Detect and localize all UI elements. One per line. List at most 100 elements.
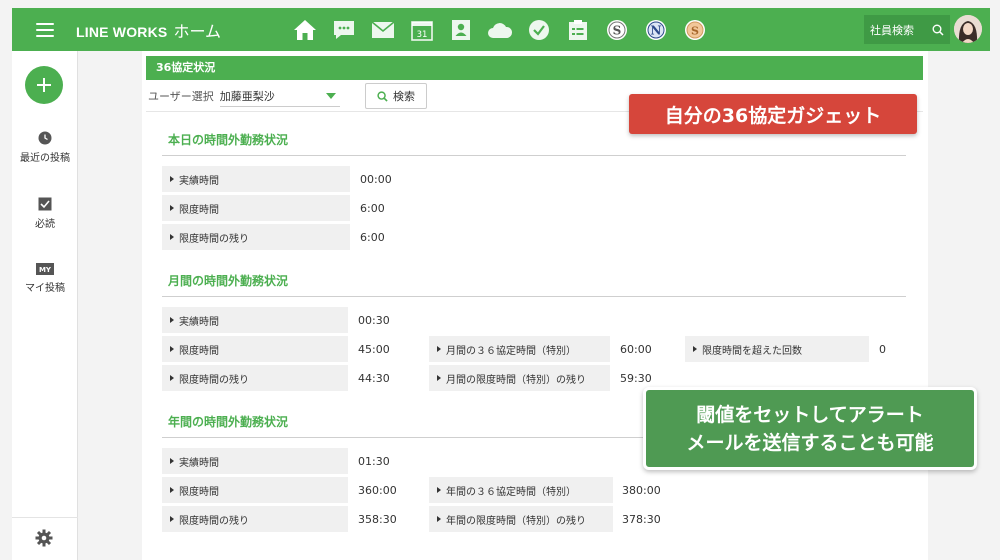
left-sidebar: 最近の投稿 必読 MY マイ投稿 <box>12 51 78 560</box>
monthly-row-value: 44:30 <box>358 371 390 385</box>
search-icon <box>377 90 388 102</box>
yearly-special-value: 380:00 <box>622 483 661 497</box>
cloud-drive-icon[interactable] <box>487 17 513 43</box>
search-icon <box>932 24 944 36</box>
triangle-bullet-icon <box>170 487 174 493</box>
calendar-day: 31 <box>417 30 428 40</box>
monthly-row-value: 45:00 <box>358 342 390 356</box>
gadget-callout: 自分の36協定ガジェット <box>629 94 917 134</box>
search-button-label: 検索 <box>393 90 415 103</box>
search-button[interactable]: 検索 <box>365 83 427 109</box>
triangle-bullet-icon <box>170 176 174 182</box>
brand-subtitle: ホーム <box>173 21 221 41</box>
employee-search-button[interactable]: 社員検索 <box>864 15 950 44</box>
triangle-bullet-icon <box>170 375 174 381</box>
yearly-special-label: 年間の限度時間（特別）の残り <box>429 506 613 532</box>
coin-app-icon[interactable]: S <box>682 17 708 43</box>
sidebar-item-label: 必読 <box>35 219 55 230</box>
monthly-row-value: 00:30 <box>358 313 390 327</box>
monthly-special-label: 月間の３６協定時間（特別） <box>429 336 610 362</box>
alert-callout-line1: 閾値をセットしてアラート <box>696 403 924 426</box>
gear-icon[interactable] <box>35 529 53 551</box>
monthly-row-label: 限度時間の残り <box>162 365 348 391</box>
label-text: 限度時間 <box>179 486 219 498</box>
yearly-row-value: 01:30 <box>358 454 390 468</box>
label-text: 限度時間の残り <box>179 515 249 527</box>
triangle-bullet-icon <box>693 346 697 352</box>
triangle-bullet-icon <box>170 458 174 464</box>
monthly-section-title: 月間の時間外勤務状況 <box>168 274 289 288</box>
avatar[interactable] <box>954 15 982 43</box>
employee-search-label: 社員検索 <box>870 23 914 37</box>
daily-row-value: 00:00 <box>360 172 392 186</box>
label-text: 月間の限度時間（特別）の残り <box>446 374 586 386</box>
monthly-exceeded-value: 0 <box>879 342 886 356</box>
sidebar-item-recent[interactable]: 最近の投稿 <box>12 131 78 164</box>
app-brand[interactable]: LINE WORKS ホーム <box>76 18 221 42</box>
chevron-down-icon <box>325 92 336 99</box>
triangle-bullet-icon <box>170 205 174 211</box>
checkbox-icon <box>38 197 52 211</box>
monthly-exceeded-label: 限度時間を超えた回数 <box>685 336 869 362</box>
s-app-icon[interactable]: S <box>604 17 630 43</box>
sidebar-item-label: マイ投稿 <box>25 283 65 294</box>
widget-title: 36協定状況 <box>146 56 923 80</box>
n-app-icon[interactable]: N <box>643 17 669 43</box>
contacts-icon[interactable] <box>448 17 474 43</box>
app-launcher: 31 S N S <box>292 8 721 51</box>
plus-icon <box>37 78 51 92</box>
label-text: 限度時間を超えた回数 <box>702 345 802 357</box>
home-icon[interactable] <box>292 17 318 43</box>
yearly-row-label: 限度時間 <box>162 477 348 503</box>
sidebar-item-label: 最近の投稿 <box>20 153 70 164</box>
label-text: 年間の限度時間（特別）の残り <box>446 515 586 527</box>
daily-row-label: 実績時間 <box>162 166 350 192</box>
task-check-icon[interactable] <box>526 17 552 43</box>
user-select-label: ユーザー選択 <box>148 90 214 103</box>
chat-icon[interactable] <box>331 17 357 43</box>
triangle-bullet-icon <box>170 346 174 352</box>
triangle-bullet-icon <box>437 346 441 352</box>
alert-callout-line2: メールを送信することも可能 <box>686 431 934 454</box>
compose-button[interactable] <box>25 66 63 104</box>
yearly-section-title: 年間の時間外勤務状況 <box>168 415 289 429</box>
my-icon: MY <box>36 263 54 275</box>
monthly-row-label: 実績時間 <box>162 307 348 333</box>
brand-name: LINE WORKS <box>76 23 168 40</box>
daily-row-value: 6:00 <box>360 230 385 244</box>
daily-row-label: 限度時間の残り <box>162 224 350 250</box>
sidebar-item-required[interactable]: 必読 <box>12 197 78 230</box>
triangle-bullet-icon <box>437 487 441 493</box>
calendar-icon[interactable]: 31 <box>409 17 435 43</box>
my-badge-text: MY <box>39 266 52 274</box>
svg-text:S: S <box>613 23 622 37</box>
label-text: 実績時間 <box>179 457 219 469</box>
label-text: 限度時間の残り <box>179 374 249 386</box>
yearly-row-value: 358:30 <box>358 512 397 526</box>
label-text: 限度時間の残り <box>179 233 249 245</box>
yearly-special-label: 年間の３６協定時間（特別） <box>429 477 613 503</box>
label-text: 限度時間 <box>179 345 219 357</box>
triangle-bullet-icon <box>437 375 441 381</box>
daily-section-title: 本日の時間外勤務状況 <box>168 133 289 147</box>
yearly-row-label: 実績時間 <box>162 448 348 474</box>
alert-callout: 閾値をセットしてアラート メールを送信することも可能 <box>643 387 977 470</box>
label-text: 年間の３６協定時間（特別） <box>446 486 576 498</box>
sidebar-divider <box>12 517 78 518</box>
menu-icon[interactable] <box>36 22 54 37</box>
sidebar-item-my-posts[interactable]: MY マイ投稿 <box>12 263 78 294</box>
user-select-value: 加藤亜梨沙 <box>219 89 275 103</box>
monthly-special-label: 月間の限度時間（特別）の残り <box>429 365 610 391</box>
svg-text:S: S <box>691 24 699 37</box>
section-divider <box>162 155 906 156</box>
top-bar: LINE WORKS ホーム 31 S N S 社員検索 <box>12 8 990 51</box>
monthly-row-label: 限度時間 <box>162 336 348 362</box>
label-text: 実績時間 <box>179 175 219 187</box>
mail-icon[interactable] <box>370 17 396 43</box>
triangle-bullet-icon <box>170 317 174 323</box>
triangle-bullet-icon <box>170 516 174 522</box>
daily-row-value: 6:00 <box>360 201 385 215</box>
form-icon[interactable] <box>565 17 591 43</box>
triangle-bullet-icon <box>437 516 441 522</box>
user-select-dropdown[interactable]: 加藤亜梨沙 <box>219 85 340 107</box>
